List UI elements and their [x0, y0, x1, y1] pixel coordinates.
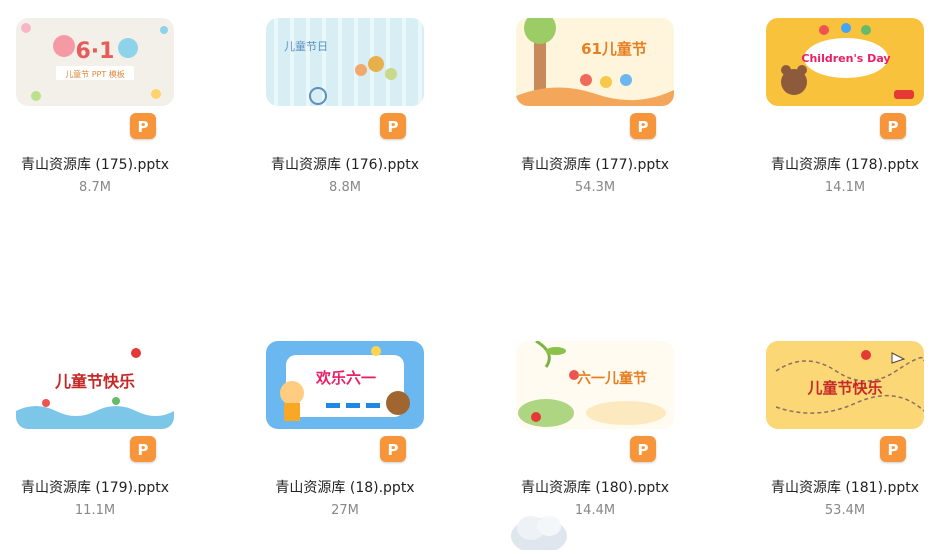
file-name[interactable]: 青山资源库 (178).pptx [750, 154, 940, 174]
svg-text:P: P [888, 441, 899, 459]
file-thumbnail[interactable]: 儿童节快乐 [766, 341, 924, 429]
pptx-file-icon: P [880, 113, 906, 139]
file-item[interactable]: 儿童节日 P 青山资源库 (176).pptx 8.8M [250, 18, 450, 228]
pptx-file-icon: P [130, 436, 156, 462]
file-name[interactable]: 青山资源库 (181).pptx [750, 477, 940, 497]
pptx-file-icon: P [630, 436, 656, 462]
file-item[interactable]: 儿童节快乐 P 青山资源库 (181).pptx 53.4M [750, 341, 940, 551]
svg-text:P: P [388, 118, 399, 136]
file-size: 8.7M [79, 180, 111, 195]
pptx-file-icon: P [380, 436, 406, 462]
file-item[interactable]: 6·1 儿童节 PPT 模板 P 青山资源库 (175).pptx 8.7M [0, 18, 200, 228]
file-thumbnail[interactable]: 欢乐六一 [266, 341, 424, 429]
file-thumbnail[interactable]: 儿童节日 [266, 18, 424, 106]
file-name[interactable]: 青山资源库 (179).pptx [0, 477, 190, 497]
thumbnail-caption: 儿童节 PPT 模板 [65, 69, 125, 79]
file-name[interactable]: 青山资源库 (175).pptx [0, 154, 190, 174]
loading-cloud-icon [503, 510, 573, 554]
pptx-file-icon: P [380, 113, 406, 139]
file-size: 11.1M [74, 503, 116, 518]
file-item[interactable]: 儿童节快乐 P 青山资源库 (179).pptx 11.1M [0, 341, 200, 551]
file-thumbnail[interactable]: Children's Day [766, 18, 924, 106]
thumbnail-caption: 儿童节日 [284, 39, 328, 53]
thumbnail-caption: Children's Day [801, 52, 890, 65]
svg-text:6·1: 6·1 [76, 39, 115, 64]
thumbnail-caption: 61儿童节 [581, 40, 647, 58]
svg-text:P: P [638, 441, 649, 459]
file-size: 53.4M [824, 503, 866, 518]
svg-text:P: P [138, 441, 149, 459]
file-item[interactable]: 61儿童节 P 青山资源库 (177).pptx 54.3M [500, 18, 700, 228]
file-name[interactable]: 青山资源库 (177).pptx [500, 154, 690, 174]
thumbnail-caption: 儿童节快乐 [806, 379, 882, 397]
file-item[interactable]: Children's Day P 青山资源库 (178).pptx 14.1M [750, 18, 940, 228]
file-thumbnail[interactable]: 6·1 儿童节 PPT 模板 [16, 18, 174, 106]
pptx-file-icon: P [880, 436, 906, 462]
svg-text:P: P [138, 118, 149, 136]
thumbnail-caption: 六一儿童节 [577, 370, 647, 387]
file-name[interactable]: 青山资源库 (180).pptx [500, 477, 690, 497]
file-size: 54.3M [574, 180, 616, 195]
file-thumbnail[interactable]: 61儿童节 [516, 18, 674, 106]
file-thumbnail[interactable]: 六一儿童节 [516, 341, 674, 429]
file-thumbnail[interactable]: 儿童节快乐 [16, 341, 174, 429]
svg-text:P: P [888, 118, 899, 136]
file-name[interactable]: 青山资源库 (176).pptx [250, 154, 440, 174]
pptx-file-icon: P [130, 113, 156, 139]
pptx-file-icon: P [630, 113, 656, 139]
svg-text:P: P [638, 118, 649, 136]
svg-text:P: P [388, 441, 399, 459]
file-size: 8.8M [329, 180, 361, 195]
file-name[interactable]: 青山资源库 (18).pptx [250, 477, 440, 497]
file-item[interactable]: 欢乐六一 P 青山资源库 (18).pptx 27M [250, 341, 450, 551]
thumbnail-caption: 欢乐六一 [315, 369, 376, 387]
file-size: 14.1M [824, 180, 866, 195]
thumbnail-caption: 儿童节快乐 [54, 372, 135, 391]
file-size: 27M [331, 503, 359, 518]
